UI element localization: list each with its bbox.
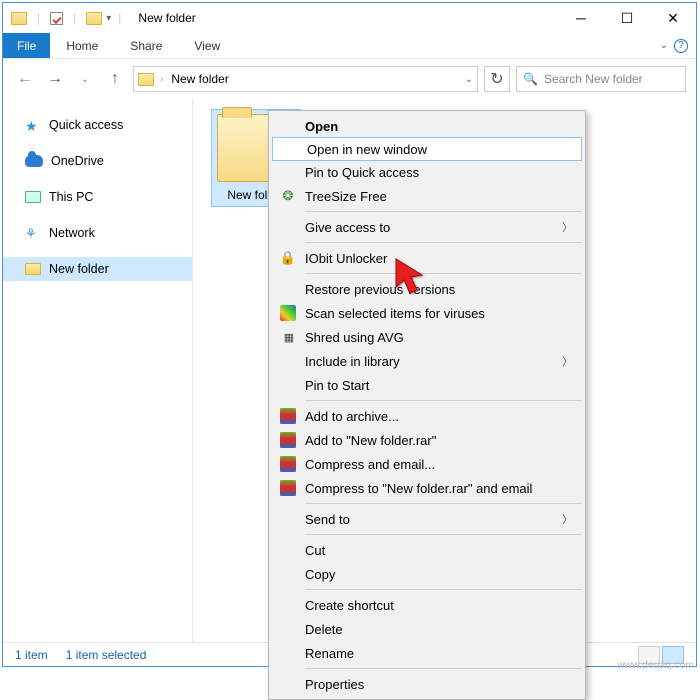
chevron-right-icon: 〉 (562, 353, 573, 369)
separator (305, 503, 581, 504)
ctx-rename[interactable]: Rename (271, 641, 583, 665)
sidebar-item-network[interactable]: ⚘ Network (3, 221, 192, 245)
chevron-down-icon[interactable]: ⌄ (660, 40, 668, 51)
folder-icon (86, 12, 102, 25)
cloud-icon (25, 155, 43, 167)
ctx-pin-quick-access[interactable]: Pin to Quick access (271, 160, 583, 184)
separator (305, 668, 581, 669)
archive-icon (280, 456, 296, 472)
navigation-pane: ★ Quick access OneDrive This PC ⚘ Networ… (3, 99, 193, 642)
item-count: 1 item (15, 648, 48, 662)
breadcrumb[interactable]: New folder (169, 72, 230, 86)
tab-file[interactable]: File (3, 33, 50, 58)
ctx-properties[interactable]: Properties (271, 672, 583, 696)
back-button[interactable]: ← (13, 67, 37, 91)
ctx-delete[interactable]: Delete (271, 617, 583, 641)
ctx-open-new-window[interactable]: Open in new window (272, 137, 582, 161)
address-input[interactable]: › New folder ⌄ (133, 66, 478, 92)
ctx-cut[interactable]: Cut (271, 538, 583, 562)
help-icon[interactable]: ? (674, 39, 688, 53)
search-icon: 🔍 (523, 72, 538, 86)
refresh-button[interactable]: ↻ (484, 66, 510, 92)
tree-icon: ❂ (280, 188, 296, 204)
chevron-down-icon[interactable]: ⌄ (465, 74, 473, 85)
sidebar-item-new-folder[interactable]: New folder (3, 257, 192, 281)
close-button[interactable]: ✕ (650, 3, 696, 33)
pointer-annotation (392, 257, 436, 301)
shred-icon: ▦ (280, 329, 296, 345)
window-title: New folder (138, 11, 195, 25)
chevron-right-icon: 〉 (562, 511, 573, 527)
sidebar-item-label: New folder (49, 262, 109, 276)
ctx-give-access[interactable]: Give access to〉 (271, 215, 583, 239)
context-menu: Open Open in new window Pin to Quick acc… (268, 110, 586, 700)
folder-icon (11, 12, 27, 25)
title-bar: | | ▾ | New folder ─ ☐ ✕ (3, 3, 696, 33)
shield-icon (280, 305, 296, 321)
folder-icon (25, 263, 41, 275)
search-placeholder: Search New folder (544, 72, 643, 86)
ctx-scan-virus[interactable]: Scan selected items for viruses (271, 301, 583, 325)
ctx-pin-start[interactable]: Pin to Start (271, 373, 583, 397)
forward-button[interactable]: → (43, 67, 67, 91)
archive-icon (280, 480, 296, 496)
ctx-shred-avg[interactable]: ▦Shred using AVG (271, 325, 583, 349)
ctx-treesize[interactable]: ❂TreeSize Free (271, 184, 583, 208)
ctx-add-archive[interactable]: Add to archive... (271, 404, 583, 428)
ribbon-tabs: File Home Share View ⌄ ? (3, 33, 696, 59)
ctx-add-rar[interactable]: Add to "New folder.rar" (271, 428, 583, 452)
sidebar-item-quick-access[interactable]: ★ Quick access (3, 113, 192, 137)
archive-icon (280, 408, 296, 424)
star-icon: ★ (25, 118, 41, 132)
ctx-include-library[interactable]: Include in library〉 (271, 349, 583, 373)
sidebar-item-onedrive[interactable]: OneDrive (3, 149, 192, 173)
archive-icon (280, 432, 296, 448)
tab-share[interactable]: Share (114, 33, 178, 58)
ctx-compress-email[interactable]: Compress and email... (271, 452, 583, 476)
ctx-compress-rar-email[interactable]: Compress to "New folder.rar" and email (271, 476, 583, 500)
ctx-open[interactable]: Open (271, 114, 583, 138)
ctx-send-to[interactable]: Send to〉 (271, 507, 583, 531)
lock-icon: 🔒 (280, 250, 296, 266)
pc-icon (25, 191, 41, 203)
ctx-create-shortcut[interactable]: Create shortcut (271, 593, 583, 617)
minimize-button[interactable]: ─ (558, 3, 604, 33)
chevron-right-icon: 〉 (562, 219, 573, 235)
sidebar-item-label: This PC (49, 190, 93, 204)
search-input[interactable]: 🔍 Search New folder (516, 66, 686, 92)
selected-count: 1 item selected (66, 648, 147, 662)
separator (305, 589, 581, 590)
separator (305, 211, 581, 212)
sidebar-item-label: OneDrive (51, 154, 104, 168)
checkbox-icon[interactable] (50, 12, 63, 25)
up-button[interactable]: ↑ (103, 67, 127, 91)
maximize-button[interactable]: ☐ (604, 3, 650, 33)
folder-icon (138, 73, 154, 86)
separator (305, 273, 581, 274)
address-bar: ← → ⌄ ↑ › New folder ⌄ ↻ 🔍 Search New fo… (3, 59, 696, 99)
sidebar-item-this-pc[interactable]: This PC (3, 185, 192, 209)
tab-view[interactable]: View (178, 33, 236, 58)
separator (305, 242, 581, 243)
separator (305, 400, 581, 401)
sidebar-item-label: Network (49, 226, 95, 240)
sidebar-item-label: Quick access (49, 118, 123, 132)
separator (305, 534, 581, 535)
recent-dropdown[interactable]: ⌄ (73, 67, 97, 91)
tab-home[interactable]: Home (50, 33, 114, 58)
ctx-copy[interactable]: Copy (271, 562, 583, 586)
watermark: www.deuaq.com (617, 659, 694, 671)
network-icon: ⚘ (25, 226, 41, 240)
